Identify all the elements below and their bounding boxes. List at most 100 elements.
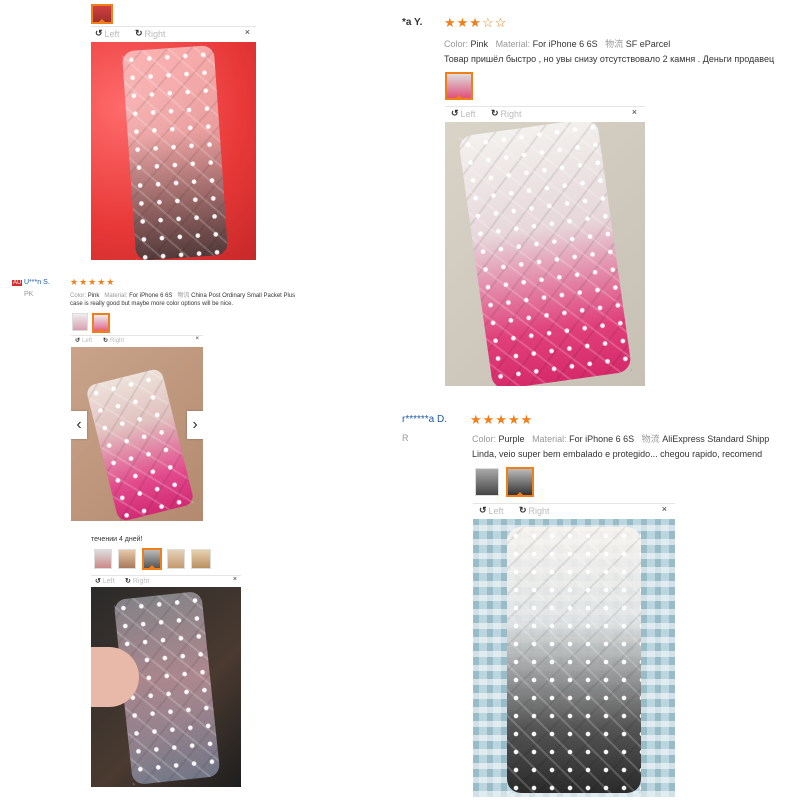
review-attributes: Color: Pink Material: For iPhone 6 6S 物流… [70, 290, 295, 299]
rating-stars: ★★★★★ [470, 412, 534, 427]
review-panel-top-right: *a Y. ★★★☆☆ Color: Pink Material: For iP… [400, 10, 800, 390]
rotate-right-button[interactable]: ↻ Right [125, 577, 150, 586]
review-panel-mid-left: AU U***n S. PK ★★★★★ Color: Pink Materia… [10, 275, 400, 525]
photo-thumbnail[interactable] [167, 549, 185, 569]
color-value: Pink [470, 39, 489, 49]
phone-case-image [507, 527, 641, 793]
rating-stars: ★★★☆☆ [444, 15, 508, 30]
rotate-left-icon: ↺ [479, 505, 487, 515]
rotate-right-icon: ↻ [125, 578, 131, 585]
material-value: For iPhone 6 6S [129, 293, 173, 299]
review-photo [91, 587, 241, 787]
rotate-left-button[interactable]: ↺ Left [95, 28, 120, 39]
close-icon[interactable]: × [245, 27, 250, 37]
review-attributes: Color: Pink Material: For iPhone 6 6S 物流… [444, 37, 670, 50]
rotate-right-button[interactable]: ↻ Right [135, 28, 166, 39]
review-text: case is really good but maybe more color… [70, 301, 234, 307]
next-photo-button[interactable]: › [187, 411, 203, 439]
photo-thumbnail[interactable] [191, 549, 211, 569]
photo-thumbnail[interactable] [92, 313, 110, 333]
photo-thumbnail[interactable] [506, 467, 534, 497]
rotate-right-label: Right [110, 337, 125, 344]
photo-thumbnail[interactable] [475, 468, 499, 496]
photo-thumbnail[interactable] [445, 72, 473, 100]
rotate-left-label: Left [82, 337, 93, 344]
rotate-left-button[interactable]: ↺ Left [451, 108, 476, 119]
review-panel-bottom-left: течении 4 дней! ↺ Left ↻ Right × [85, 530, 245, 792]
rotate-right-icon: ↻ [135, 28, 143, 38]
rotate-left-icon: ↺ [95, 28, 103, 38]
close-icon[interactable]: × [195, 336, 199, 342]
color-value: Purple [498, 434, 525, 444]
photo-thumbnail[interactable] [142, 548, 162, 570]
color-label: Color: [472, 434, 497, 444]
rotate-left-button[interactable]: ↺ Left [479, 505, 504, 516]
close-icon[interactable]: × [662, 504, 667, 514]
shipping-label: 物流 [605, 39, 624, 49]
chevron-left-icon: ‹ [76, 416, 82, 433]
shipping-value: China Post Ordinary Small Packet Plus [191, 293, 296, 299]
rotate-left-label: Left [488, 505, 504, 516]
country-label: R [402, 433, 409, 443]
rotate-right-icon: ↻ [491, 108, 499, 118]
country-flag-icon: AU [12, 280, 23, 286]
material-label: Material: [104, 293, 128, 299]
phone-case-image [121, 45, 229, 260]
rotate-right-icon: ↻ [103, 338, 109, 344]
shipping-label: 物流 [641, 434, 660, 444]
rotate-left-button[interactable]: ↺ Left [75, 337, 93, 345]
rotate-left-icon: ↺ [95, 578, 101, 585]
rotate-right-label: Right [132, 577, 150, 585]
phone-case-image [457, 122, 633, 386]
review-panel-top-left: ↺ Left ↻ Right × [85, 0, 260, 265]
photo-thumbnail[interactable] [72, 313, 88, 331]
phone-case-image [85, 367, 195, 521]
color-value: Pink [87, 293, 100, 299]
photo-thumbnail[interactable] [118, 549, 136, 569]
shipping-value: SF eParcel [625, 39, 671, 49]
review-text: Товар пришёл быстро , но увы снизу отсут… [444, 54, 775, 64]
reviewer-name: U***n S. [24, 279, 50, 286]
review-panel-bottom-right: r******a D. R ★★★★★ Color: Purple Materi… [400, 408, 800, 800]
photo-thumbnail[interactable] [91, 4, 113, 24]
material-value: For iPhone 6 6S [532, 39, 598, 49]
reviewer-name: *a Y. [402, 17, 423, 28]
rotate-left-label: Left [102, 577, 115, 585]
shipping-value: AliExpress Standard Shipp [662, 434, 770, 444]
viewer-toolbar: ↺ Left ↻ Right × [473, 503, 675, 520]
material-label: Material: [532, 434, 567, 444]
close-icon[interactable]: × [632, 107, 637, 117]
photo-thumbnail[interactable] [94, 549, 112, 569]
material-label: Material: [495, 39, 531, 49]
rotate-right-label: Right [528, 505, 550, 516]
viewer-toolbar: ↺ Left ↻ Right × [91, 26, 256, 43]
rotate-right-button[interactable]: ↻ Right [103, 337, 125, 345]
country-label: PK [24, 291, 34, 298]
reviewer-name: r******a D. [402, 414, 448, 425]
review-text: Linda, veio super bem embalado e protegi… [472, 449, 763, 459]
rotate-left-label: Left [460, 108, 476, 119]
rotate-left-label: Left [104, 28, 120, 39]
review-photo [91, 42, 256, 260]
review-photo [445, 122, 645, 386]
rotate-left-icon: ↺ [451, 108, 459, 118]
rotate-right-button[interactable]: ↻ Right [491, 108, 522, 119]
rotate-right-label: Right [144, 28, 166, 39]
previous-photo-button[interactable]: ‹ [71, 411, 87, 439]
material-value: For iPhone 6 6S [569, 434, 635, 444]
rotate-right-button[interactable]: ↻ Right [519, 505, 550, 516]
close-icon[interactable]: × [233, 576, 237, 583]
review-attributes: Color: Purple Material: For iPhone 6 6S … [472, 432, 769, 445]
chevron-right-icon: › [192, 416, 198, 433]
color-label: Color: [70, 293, 87, 299]
viewer-toolbar: ↺ Left ↻ Right × [445, 106, 645, 123]
shipping-label: 物流 [177, 293, 190, 299]
review-photo [473, 519, 675, 797]
review-text: течении 4 дней! [91, 536, 143, 543]
review-photo: ‹ › [71, 347, 203, 521]
rotate-right-icon: ↻ [519, 505, 527, 515]
rotate-left-icon: ↺ [75, 338, 81, 344]
rating-stars: ★★★★★ [70, 277, 116, 287]
rotate-left-button[interactable]: ↺ Left [95, 577, 115, 586]
rotate-right-label: Right [500, 108, 522, 119]
